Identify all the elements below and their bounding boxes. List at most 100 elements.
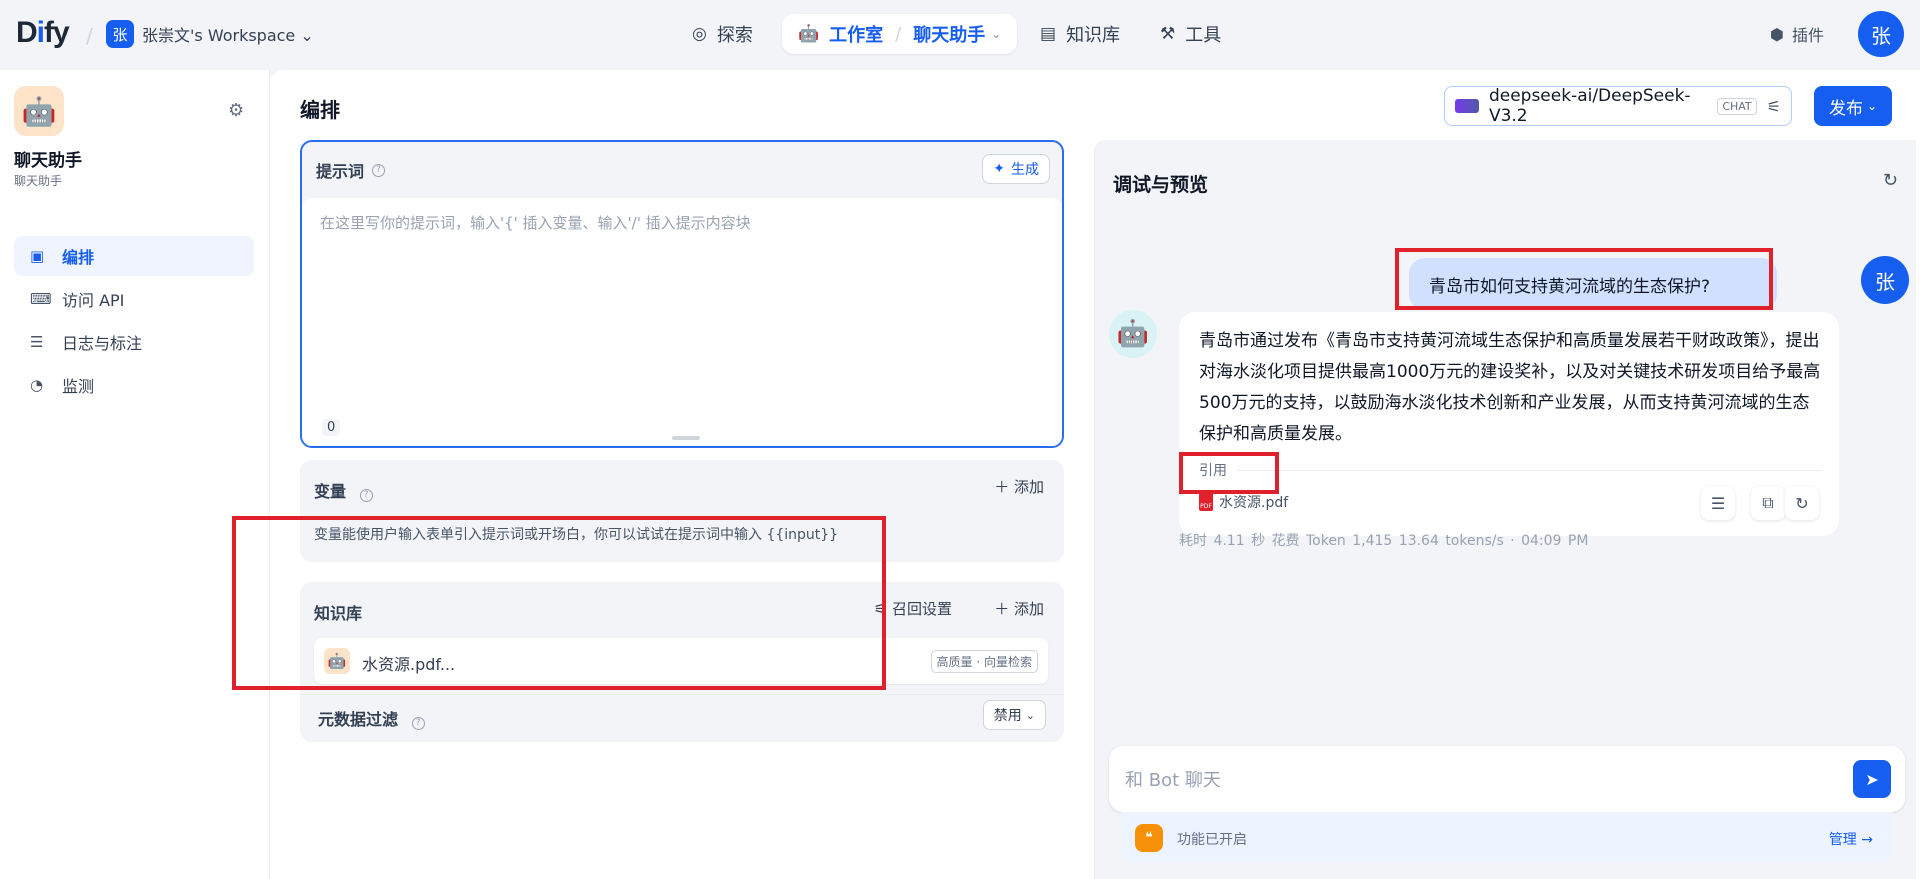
response-stats: 耗时 4.11 秒 花费 Token 1,415 13.64 tokens/s … xyxy=(1179,533,1589,549)
sidebar-item-orchestrate[interactable]: ▣ 编排 xyxy=(14,236,254,276)
separator: / xyxy=(895,23,902,45)
chat-input[interactable]: 和 Bot 聊天 ➤ xyxy=(1109,746,1905,812)
prompt-title: 提示词 xyxy=(316,162,365,181)
retrieval-mode-badge: 高质量 · 向量检索 xyxy=(930,650,1038,673)
page-title: 编排 xyxy=(300,98,340,122)
app-name: 聊天助手 xyxy=(14,151,82,171)
variables-title: 变量 ? xyxy=(314,478,373,502)
debug-preview-panel: 调试与预览 ↻ 青岛市如何支持黄河流域的生态保护? 张 🤖 青岛市通过发布《青岛… xyxy=(1094,140,1916,879)
sidebar-item-logs[interactable]: ☰ 日志与标注 xyxy=(14,322,254,362)
refresh-icon[interactable]: ↻ xyxy=(1883,170,1898,191)
bot-message-text: 青岛市通过发布《青岛市支持黄河流域生态保护和高质量发展若干财政政策》，提出对海水… xyxy=(1199,331,1821,444)
settings-icon[interactable]: ⚙ xyxy=(228,100,244,121)
metadata-filter-select[interactable]: 禁用 ⌄ xyxy=(982,700,1046,730)
log-icon[interactable]: ☰ xyxy=(1701,486,1735,520)
app-icon: 🤖 xyxy=(14,86,64,136)
top-nav-bar: Dify / 张 张崇文's Workspace ⌄ ◎ 探索 🤖 工作室 / … xyxy=(0,0,1920,70)
sidebar-item-label: 编排 xyxy=(62,248,95,267)
plugins-button[interactable]: ⬢ 插件 xyxy=(1770,22,1824,46)
features-icon: ❝ xyxy=(1135,824,1163,852)
log-icon: ☰ xyxy=(30,333,44,351)
nav-tools[interactable]: ⚒ 工具 xyxy=(1160,14,1221,54)
plus-icon: ＋ xyxy=(994,600,1010,618)
add-label: 添加 xyxy=(1013,478,1044,496)
plugins-label: 插件 xyxy=(1791,26,1824,45)
citation-file-name: 水资源.pdf xyxy=(1219,495,1289,511)
chevron-down-icon: ⌄ xyxy=(1866,99,1878,113)
separator: / xyxy=(86,24,93,48)
user-avatar[interactable]: 张 xyxy=(1858,11,1904,57)
sliders-icon[interactable]: ⚟ xyxy=(1767,97,1781,116)
terminal-icon: ⌨ xyxy=(30,290,52,308)
copy-icon[interactable]: ⧉ xyxy=(1751,486,1785,520)
nav-knowledge-label: 知识库 xyxy=(1066,25,1121,46)
nav-tools-label: 工具 xyxy=(1185,25,1222,46)
user-message-avatar: 张 xyxy=(1861,256,1909,304)
help-icon[interactable]: ? xyxy=(411,717,425,730)
prompt-header: 提示词 ? ✦ 生成 xyxy=(302,142,1062,198)
hammer-icon: ⚒ xyxy=(1160,24,1176,44)
generate-button[interactable]: ✦ 生成 xyxy=(982,154,1050,184)
manage-features-link[interactable]: 管理 → xyxy=(1829,829,1873,849)
main-panel: 编排 deepseek-ai/DeepSeek-V3.2 CHAT ⚟ 发布 ⌄… xyxy=(232,70,1920,879)
chevron-down-icon[interactable]: ⌄ xyxy=(991,27,1001,41)
sidebar-item-label: 日志与标注 xyxy=(62,334,143,353)
highlight-box xyxy=(1179,452,1279,494)
chevron-down-icon: ⌄ xyxy=(1025,708,1035,722)
variables-title-label: 变量 xyxy=(314,482,347,501)
plus-icon: ＋ xyxy=(994,478,1010,496)
features-status: 功能已开启 xyxy=(1177,832,1247,848)
nav-studio[interactable]: 🤖 工作室 / 聊天助手 ⌄ xyxy=(782,14,1018,54)
sparkle-icon: ✦ xyxy=(993,161,1005,177)
metadata-filter-label: 元数据过滤 xyxy=(318,710,399,729)
add-knowledge-button[interactable]: ＋ 添加 xyxy=(994,598,1044,619)
regenerate-icon[interactable]: ↻ xyxy=(1785,486,1819,520)
workspace-badge: 张 xyxy=(106,20,134,48)
monitor-icon: ◔ xyxy=(30,376,44,394)
help-icon[interactable]: ? xyxy=(372,163,386,177)
chat-input-placeholder: 和 Bot 聊天 xyxy=(1125,770,1221,791)
model-mode-badge: CHAT xyxy=(1717,97,1757,115)
workspace-switcher[interactable]: 张 张崇文's Workspace ⌄ xyxy=(106,20,314,48)
dify-logo[interactable]: Dify xyxy=(16,16,70,50)
sidebar-menu: ▣ 编排 ⌨ 访问 API ☰ 日志与标注 ◔ 监测 xyxy=(14,236,254,408)
help-icon[interactable]: ? xyxy=(359,489,373,502)
book-icon: ▤ xyxy=(1040,24,1057,44)
pdf-file-icon: PDF xyxy=(1199,493,1213,511)
add-label: 添加 xyxy=(1013,600,1044,618)
metadata-filter-value: 禁用 xyxy=(993,708,1022,724)
robot-icon: 🤖 xyxy=(798,24,820,44)
recall-settings-label: 召回设置 xyxy=(891,600,952,618)
metadata-filter-title: 元数据过滤 ? xyxy=(318,706,425,730)
sidebar-item-monitor[interactable]: ◔ 监测 xyxy=(14,365,254,405)
sidebar-item-label: 监测 xyxy=(62,377,95,396)
highlight-box xyxy=(1395,248,1773,310)
debug-title: 调试与预览 xyxy=(1113,174,1209,196)
prompt-editor: 提示词 ? ✦ 生成 在这里写你的提示词，输入'{' 插入变量、输入'/' 插入… xyxy=(300,140,1064,448)
sidebar-item-api[interactable]: ⌨ 访问 API xyxy=(14,279,254,319)
nav-knowledge[interactable]: ▤ 知识库 xyxy=(1040,14,1120,54)
layout-icon: ▣ xyxy=(30,247,45,265)
nav-explore[interactable]: ◎ 探索 xyxy=(692,14,753,54)
workspace-name: 张崇文's Workspace ⌄ xyxy=(142,26,314,45)
citation-header: 引用 xyxy=(1199,460,1823,480)
prompt-input[interactable]: 在这里写你的提示词，输入'{' 插入变量、输入'/' 插入提示内容块 0 xyxy=(302,198,1062,446)
char-count: 0 xyxy=(322,419,341,436)
publish-button[interactable]: 发布 ⌄ xyxy=(1814,86,1892,126)
generate-label: 生成 xyxy=(1011,162,1039,178)
sidebar-item-label: 访问 API xyxy=(62,291,125,310)
nav-explore-label: 探索 xyxy=(716,25,753,46)
publish-label: 发布 xyxy=(1828,98,1863,119)
app-type: 聊天助手 xyxy=(14,174,63,188)
divider xyxy=(1237,469,1823,471)
bot-avatar: 🤖 xyxy=(1109,310,1157,358)
current-app-label[interactable]: 聊天助手 xyxy=(913,21,985,47)
features-bar: ❝ 功能已开启 管理 → xyxy=(1121,812,1893,862)
resize-handle[interactable] xyxy=(672,436,700,440)
nav-studio-label: 工作室 xyxy=(829,25,884,46)
add-variable-button[interactable]: ＋ 添加 xyxy=(994,476,1044,497)
deepseek-logo-icon xyxy=(1455,99,1479,113)
model-selector[interactable]: deepseek-ai/DeepSeek-V3.2 CHAT ⚟ xyxy=(1444,86,1792,126)
highlight-box xyxy=(232,516,886,690)
send-icon[interactable]: ➤ xyxy=(1853,760,1891,798)
